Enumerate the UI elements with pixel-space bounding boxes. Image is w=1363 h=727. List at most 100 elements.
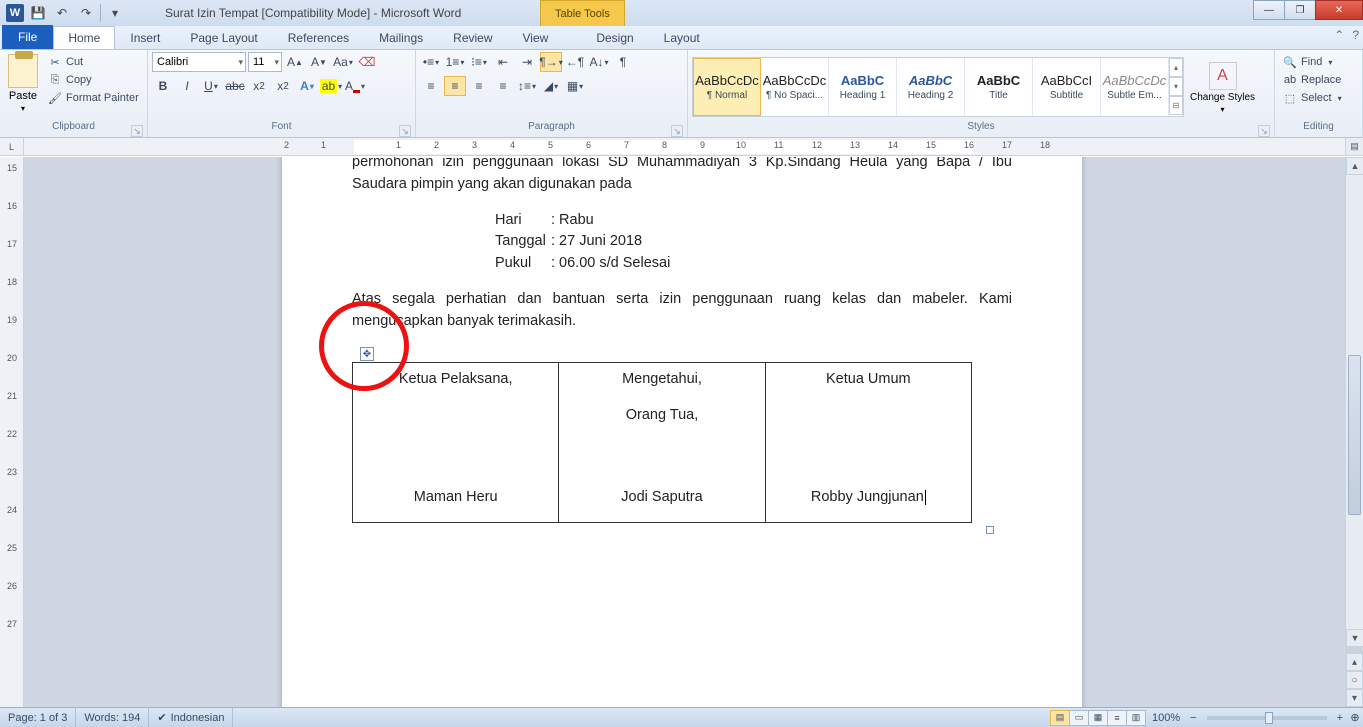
tab-page-layout[interactable]: Page Layout: [175, 26, 272, 49]
tab-mailings[interactable]: Mailings: [364, 26, 438, 49]
bullets-button[interactable]: •≡: [420, 52, 442, 72]
numbering-button[interactable]: 1≡: [444, 52, 466, 72]
zoom-level[interactable]: 100%: [1146, 712, 1186, 724]
vertical-ruler[interactable]: 15 16 17 18 19 20 21 22 23 24 25 26 27: [0, 157, 24, 707]
table-cell[interactable]: Ketua Pelaksana, Maman Heru: [353, 363, 559, 523]
style-subtle-em[interactable]: AaBbCcDcSubtle Em...: [1101, 58, 1169, 116]
tab-file[interactable]: File: [2, 25, 53, 49]
align-left-button[interactable]: ≡: [420, 76, 442, 96]
styles-scroll[interactable]: ▴▾⊟: [1169, 58, 1183, 116]
minimize-button[interactable]: —: [1253, 0, 1285, 20]
style-title[interactable]: AaBbCTitle: [965, 58, 1033, 116]
justify-button[interactable]: ≡: [492, 76, 514, 96]
change-styles-button[interactable]: A Change Styles ▾: [1190, 60, 1255, 114]
maximize-button[interactable]: ❐: [1284, 0, 1316, 20]
italic-button[interactable]: I: [176, 76, 198, 96]
scroll-track[interactable]: [1346, 175, 1363, 629]
view-draft[interactable]: ▥: [1126, 710, 1146, 726]
style-heading-2[interactable]: AaBbCHeading 2: [897, 58, 965, 116]
paragraph-launcher[interactable]: ↘: [671, 125, 683, 137]
format-painter-button[interactable]: 🖌Format Painter: [44, 90, 143, 106]
decrease-indent-button[interactable]: ⇤: [492, 52, 514, 72]
qat-customize[interactable]: ▾: [105, 3, 125, 23]
minimize-ribbon-icon[interactable]: ⌃: [1334, 28, 1344, 42]
style-normal[interactable]: AaBbCcDc¶ Normal: [693, 58, 761, 116]
zoom-slider-knob[interactable]: [1265, 712, 1273, 724]
font-size-combo[interactable]: 11: [248, 52, 282, 72]
underline-button[interactable]: U: [200, 76, 222, 96]
browse-object-button[interactable]: ○: [1346, 671, 1363, 689]
scroll-down-icon[interactable]: ▼: [1346, 629, 1363, 647]
change-case-button[interactable]: Aa: [332, 52, 354, 72]
replace-button[interactable]: abReplace: [1279, 72, 1346, 88]
style-subtitle[interactable]: AaBbCcISubtitle: [1033, 58, 1101, 116]
tab-review[interactable]: Review: [438, 26, 507, 49]
bold-button[interactable]: B: [152, 76, 174, 96]
zoom-fit-button[interactable]: ⊕: [1347, 711, 1363, 724]
zoom-in-button[interactable]: +: [1333, 712, 1347, 724]
font-launcher[interactable]: ↘: [399, 125, 411, 137]
scroll-thumb[interactable]: [1348, 355, 1361, 515]
borders-button[interactable]: ▦: [564, 76, 586, 96]
font-color-button[interactable]: A: [344, 76, 366, 96]
ruler-corner[interactable]: L: [0, 138, 24, 156]
superscript-button[interactable]: x2: [272, 76, 294, 96]
clear-formatting-button[interactable]: ⌫: [356, 52, 378, 72]
view-web-layout[interactable]: ▦: [1088, 710, 1108, 726]
schedule-block[interactable]: Hari: Rabu Tanggal: 27 Juni 2018 Pukul: …: [495, 210, 1012, 275]
style-heading-1[interactable]: AaBbCHeading 1: [829, 58, 897, 116]
tab-home[interactable]: Home: [53, 26, 115, 49]
document-scroll-area[interactable]: permohonan izin penggunaan lokasi SD Muh…: [24, 157, 1345, 707]
view-outline[interactable]: ≡: [1107, 710, 1127, 726]
qat-redo[interactable]: ↷: [76, 3, 96, 23]
subscript-button[interactable]: x2: [248, 76, 270, 96]
font-name-combo[interactable]: Calibri: [152, 52, 246, 72]
strikethrough-button[interactable]: abc: [224, 76, 246, 96]
tab-view[interactable]: View: [508, 26, 564, 49]
qat-save[interactable]: 💾: [28, 3, 48, 23]
select-button[interactable]: ⬚Select▾: [1279, 90, 1346, 106]
tab-layout[interactable]: Layout: [649, 26, 715, 49]
help-icon[interactable]: ?: [1352, 28, 1359, 42]
copy-button[interactable]: ⎘Copy: [44, 72, 143, 88]
shading-button[interactable]: ◢: [540, 76, 562, 96]
table-cell[interactable]: Ketua Umum Robby Jungjunan: [765, 363, 971, 523]
zoom-slider[interactable]: [1207, 716, 1327, 720]
status-words[interactable]: Words: 194: [76, 708, 149, 727]
status-language[interactable]: ✔Indonesian: [149, 708, 233, 727]
cut-button[interactable]: ✂Cut: [44, 54, 143, 70]
status-page[interactable]: Page: 1 of 3: [0, 708, 76, 727]
ltr-direction-button[interactable]: ¶→: [540, 52, 562, 72]
horizontal-ruler[interactable]: 2 1 1 2 3 4 5 6 7 8 9 10 11 12 13 14 15 …: [24, 138, 1345, 156]
find-button[interactable]: 🔍Find▾: [1279, 54, 1346, 70]
style-no-spacing[interactable]: AaBbCcDc¶ No Spaci...: [761, 58, 829, 116]
sort-button[interactable]: A↓: [588, 52, 610, 72]
view-print-layout[interactable]: ▤: [1050, 710, 1070, 726]
text-effects-button[interactable]: A: [296, 76, 318, 96]
previous-page-button[interactable]: ▴: [1346, 653, 1363, 671]
view-full-screen[interactable]: ▭: [1069, 710, 1089, 726]
multilevel-button[interactable]: ⁝≡: [468, 52, 490, 72]
tab-references[interactable]: References: [273, 26, 364, 49]
table-cell[interactable]: Mengetahui, Orang Tua, Jodi Saputra: [559, 363, 765, 523]
align-right-button[interactable]: ≡: [468, 76, 490, 96]
clipboard-launcher[interactable]: ↘: [131, 125, 143, 137]
signature-table[interactable]: Ketua Pelaksana, Maman Heru Mengetahui, …: [352, 362, 972, 523]
close-button[interactable]: ✕: [1315, 0, 1363, 20]
line-spacing-button[interactable]: ↕≡: [516, 76, 538, 96]
scroll-up-icon[interactable]: ▲: [1346, 157, 1363, 175]
paragraph[interactable]: Atas segala perhatian dan bantuan serta …: [352, 289, 1012, 333]
increase-indent-button[interactable]: ⇥: [516, 52, 538, 72]
highlight-button[interactable]: ab: [320, 76, 342, 96]
paragraph[interactable]: permohonan izin penggunaan lokasi SD Muh…: [352, 157, 1012, 196]
styles-launcher[interactable]: ↘: [1258, 125, 1270, 137]
ruler-toggle[interactable]: ▤: [1345, 138, 1363, 156]
next-page-button[interactable]: ▾: [1346, 689, 1363, 707]
show-marks-button[interactable]: ¶: [612, 52, 634, 72]
align-center-button[interactable]: ≡: [444, 76, 466, 96]
styles-gallery[interactable]: AaBbCcDc¶ Normal AaBbCcDc¶ No Spaci... A…: [692, 57, 1184, 117]
rtl-direction-button[interactable]: ←¶: [564, 52, 586, 72]
zoom-out-button[interactable]: −: [1186, 712, 1200, 724]
shrink-font-button[interactable]: A▼: [308, 52, 330, 72]
vertical-scrollbar[interactable]: ▲ ▼ ▴ ○ ▾: [1345, 157, 1363, 707]
